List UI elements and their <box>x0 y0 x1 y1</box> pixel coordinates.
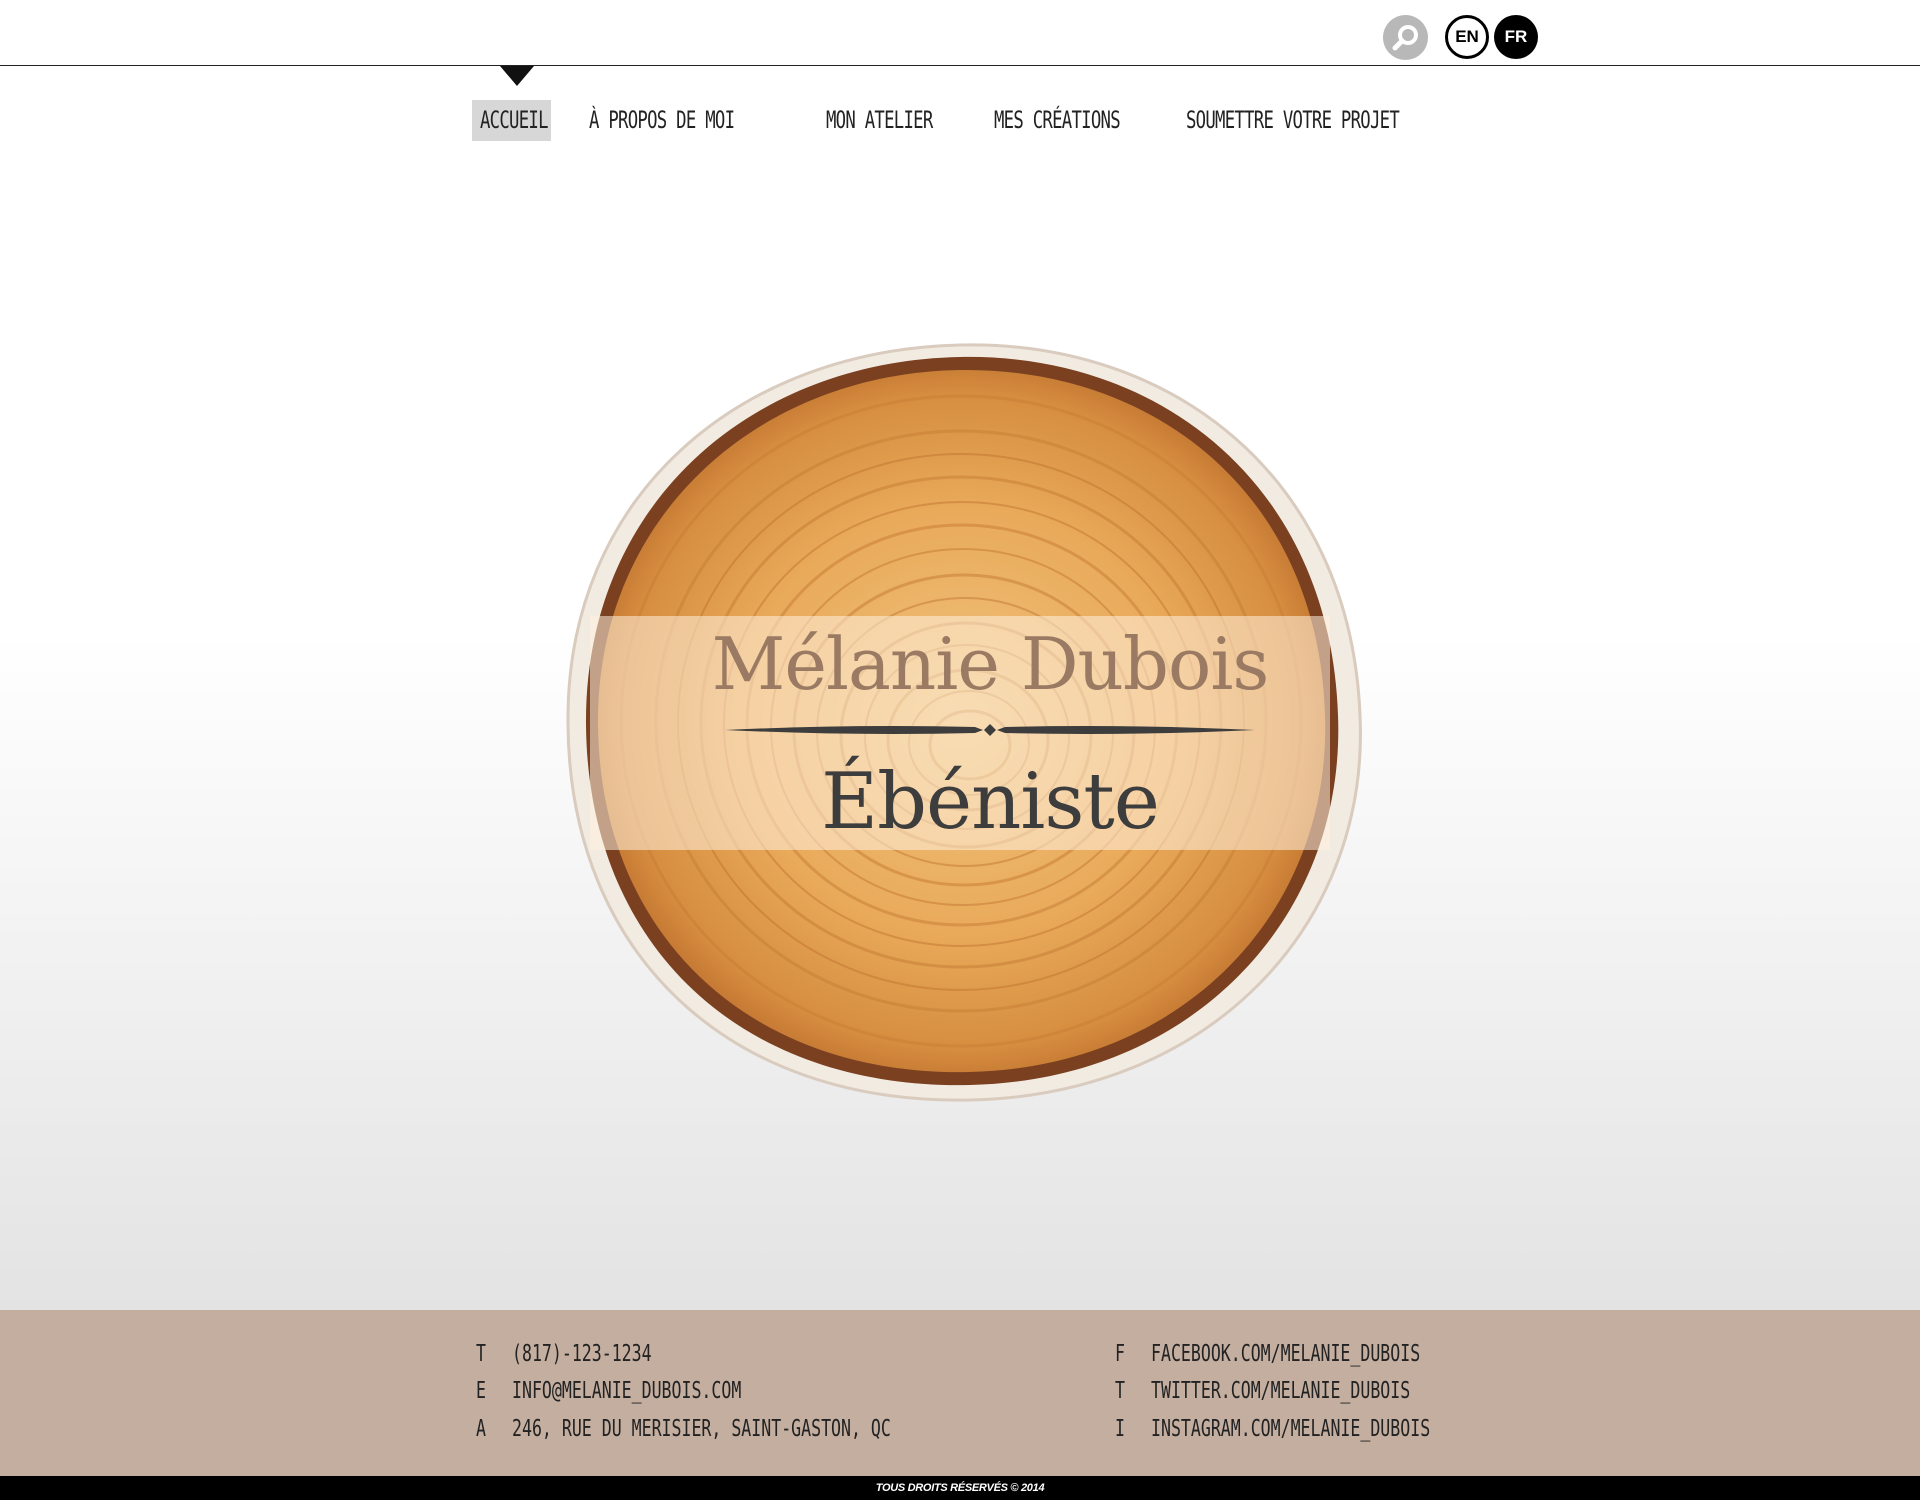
contact-value[interactable]: facebook.com/melanie_dubois <box>1151 1341 1420 1367</box>
contact-value[interactable]: instagram.com/melanie_dubois <box>1151 1416 1430 1442</box>
hero-name: Mélanie Dubois <box>711 622 1270 706</box>
active-nav-pointer <box>500 66 534 86</box>
search-button[interactable] <box>1383 15 1428 60</box>
contact-key: F <box>1115 1341 1125 1367</box>
contact-value[interactable]: info@melanie_dubois.com <box>512 1378 741 1404</box>
contact-phone: T (817)-123-1234 <box>476 1339 652 1369</box>
contact-twitter: Ttwitter.com/melanie_dubois <box>1115 1376 1410 1406</box>
contact-key: A <box>476 1416 486 1442</box>
nav-item-soumettre-projet[interactable]: Soumettre votre projet <box>1186 98 1400 142</box>
contact-key: T <box>1115 1378 1125 1404</box>
contact-key: I <box>1115 1416 1125 1442</box>
main-nav: Accueil À propos de moi Mon atelier Mes … <box>0 98 1920 142</box>
language-fr-button[interactable]: FR <box>1494 15 1538 59</box>
hero-profession: Ébéniste <box>821 757 1160 847</box>
contact-email: Einfo@melanie_dubois.com <box>476 1376 741 1406</box>
contact-facebook: Ffacebook.com/melanie_dubois <box>1115 1339 1420 1369</box>
nav-item-accueil[interactable]: Accueil <box>480 98 549 142</box>
copyright-bar: TOUS DROITS RÉSERVÉS © 2014 <box>0 1476 1920 1500</box>
contact-value: 246, rue du Merisier, Saint-Gaston, QC <box>512 1416 891 1442</box>
top-bar: EN FR <box>0 0 1920 66</box>
footer: T (817)-123-1234 Einfo@melanie_dubois.com… <box>0 1310 1920 1476</box>
nav-item-a-propos[interactable]: À propos de moi <box>589 98 735 142</box>
language-en-button[interactable]: EN <box>1445 15 1489 59</box>
contact-value[interactable]: twitter.com/melanie_dubois <box>1151 1378 1410 1404</box>
contact-value[interactable]: (817)-123-1234 <box>512 1341 652 1367</box>
nav-item-mes-creations[interactable]: Mes créations <box>994 98 1121 142</box>
nav-item-mon-atelier[interactable]: Mon atelier <box>826 98 933 142</box>
contact-key: T <box>476 1341 486 1367</box>
contact-instagram: Iinstagram.com/melanie_dubois <box>1115 1414 1430 1444</box>
contact-key: E <box>476 1378 486 1404</box>
contact-address: A 246, rue du Merisier, Saint-Gaston, QC <box>476 1414 891 1444</box>
ornament-divider <box>725 724 1255 736</box>
search-icon <box>1392 24 1418 50</box>
